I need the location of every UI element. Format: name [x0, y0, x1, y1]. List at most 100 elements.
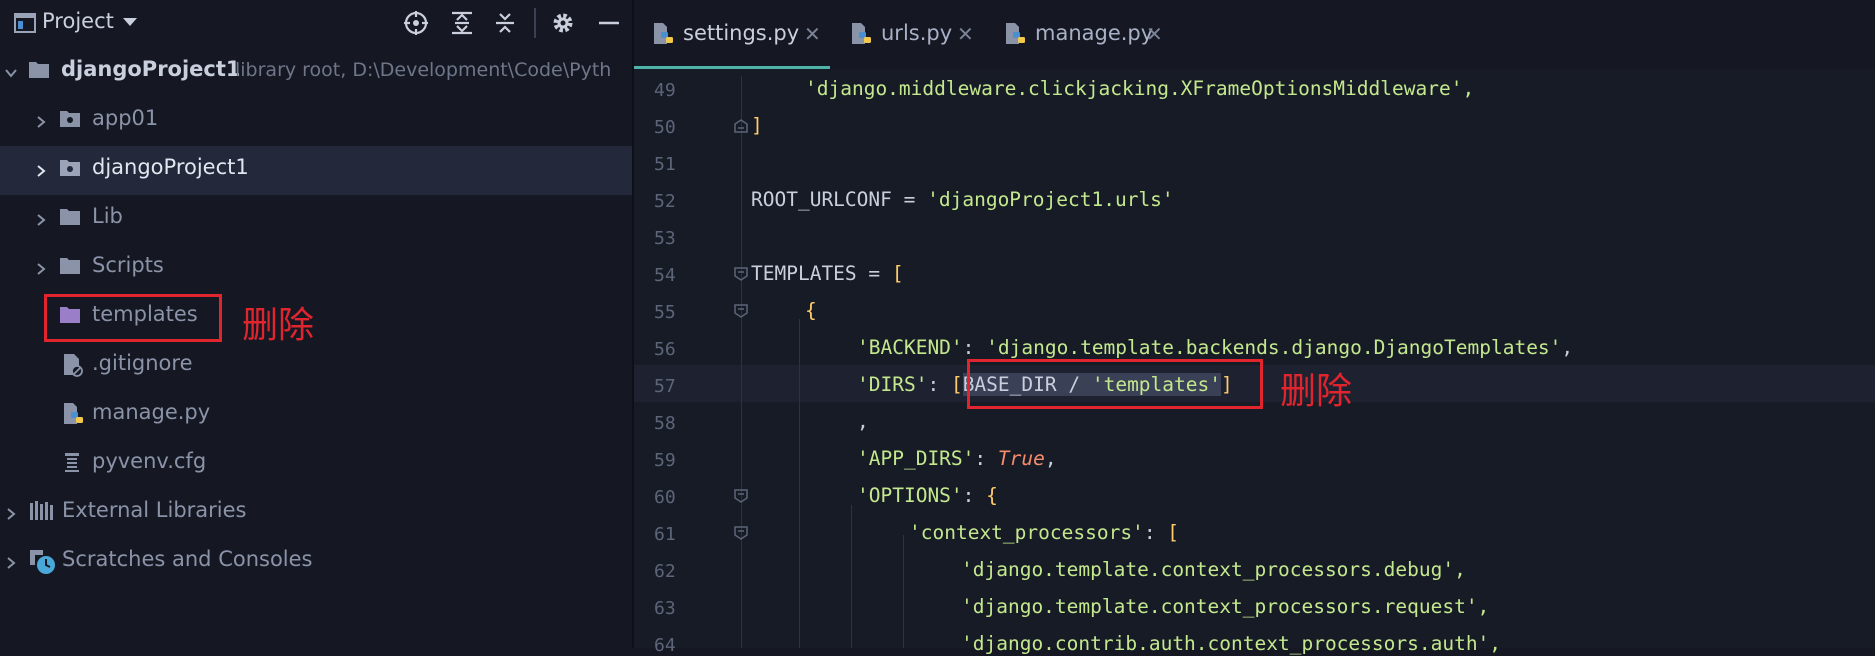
tree-item-label: External Libraries — [62, 498, 247, 522]
line-number: 64 — [654, 635, 676, 656]
line-number: 56 — [654, 339, 676, 360]
close-icon[interactable]: ✕ — [957, 22, 974, 46]
bracket: [ — [891, 262, 904, 285]
delete-annotation-label: 删除 — [242, 305, 315, 346]
ignore-file-icon — [62, 353, 84, 381]
code-line-64: 'django.contrib.auth.context_processors.… — [961, 632, 1501, 655]
delete-highlight-box — [967, 359, 1263, 409]
close-icon[interactable]: ✕ — [1146, 22, 1163, 46]
python-file-icon — [1004, 22, 1028, 50]
python-file-icon — [850, 22, 874, 50]
chevron-right-icon[interactable] — [34, 114, 48, 128]
line-number: 54 — [654, 265, 676, 286]
tree-item-label: manage.py — [92, 400, 211, 424]
code-line-58: , — [857, 410, 869, 433]
tree-item-djangoproject1[interactable]: djangoProject1 — [0, 146, 632, 195]
project-panel-title[interactable]: Project — [42, 9, 114, 33]
header-divider — [534, 8, 536, 38]
line-number: 52 — [654, 191, 676, 212]
line-number: 57 — [654, 376, 676, 397]
editor-tab-bar: settings.py ✕ urls.py ✕ manage.py ✕ — [634, 0, 1875, 69]
minimize-icon[interactable] — [594, 8, 624, 38]
line-number: 61 — [654, 524, 676, 545]
tree-item-pyvenv-cfg[interactable]: pyvenv.cfg — [0, 440, 632, 489]
tab-label: urls.py — [881, 21, 953, 45]
chevron-right-icon[interactable] — [34, 163, 48, 177]
dict-key: 'APP_DIRS' — [857, 447, 975, 470]
tree-item-lib[interactable]: Lib — [0, 195, 632, 244]
project-window-icon — [14, 12, 36, 38]
operator: = — [891, 188, 928, 211]
folder-icon — [59, 206, 81, 230]
fold-start-icon[interactable] — [734, 303, 748, 318]
tree-item-label: pyvenv.cfg — [92, 449, 207, 473]
tab-settings-py[interactable]: settings.py ✕ — [634, 0, 830, 69]
code-line-56: 'BACKEND': 'django.template.backends.dja… — [857, 336, 1573, 359]
code-line-55: { — [805, 299, 817, 322]
chevron-right-icon[interactable] — [4, 506, 18, 520]
code-line-61: 'context_processors': [ — [909, 521, 1179, 544]
tree-item-app01[interactable]: app01 — [0, 97, 632, 146]
identifier: ROOT_URLCONF — [751, 188, 892, 211]
tree-item-label: djangoProject1 — [92, 155, 249, 179]
dict-key: 'BACKEND' — [857, 336, 963, 359]
fold-start-icon[interactable] — [734, 525, 748, 540]
config-file-icon — [62, 451, 82, 477]
fold-start-icon[interactable] — [734, 488, 748, 503]
line-number: 59 — [654, 450, 676, 471]
operator: = — [856, 262, 892, 285]
chevron-down-icon[interactable] — [120, 12, 140, 36]
line-number: 53 — [654, 228, 676, 249]
tree-item-label: .gitignore — [92, 351, 193, 375]
code-line-52: ROOT_URLCONF = 'djangoProject1.urls' — [751, 188, 1174, 211]
package-folder-icon — [59, 108, 81, 132]
code-line-54: TEMPLATES = [ — [751, 262, 904, 285]
string-literal: 'django.template.backends.django.DjangoT… — [986, 336, 1562, 359]
python-file-icon — [652, 22, 676, 50]
line-number: 63 — [654, 598, 676, 619]
line-number: 60 — [654, 487, 676, 508]
colon: : — [1143, 521, 1168, 544]
chevron-right-icon[interactable] — [4, 555, 18, 569]
string-literal: 'django.middleware.clickjacking.XFrameOp… — [805, 77, 1475, 100]
tree-item-external-libraries[interactable]: External Libraries — [0, 489, 632, 538]
scratches-clock-icon — [29, 549, 57, 579]
locate-target-icon[interactable] — [401, 8, 431, 38]
indent-guide — [903, 535, 904, 648]
string-literal: 'django.template.context_processors.requ… — [961, 595, 1490, 618]
comma: , — [1044, 447, 1057, 470]
dict-key: 'OPTIONS' — [857, 484, 963, 507]
tree-item-manage-py[interactable]: manage.py — [0, 391, 632, 440]
close-icon[interactable]: ✕ — [804, 22, 821, 46]
line-number: 50 — [654, 117, 676, 138]
tree-item-scripts[interactable]: Scripts — [0, 244, 632, 293]
chevron-down-icon[interactable] — [4, 65, 18, 79]
identifier: TEMPLATES — [751, 262, 857, 285]
gear-icon[interactable] — [548, 8, 578, 38]
bracket: [ — [950, 373, 963, 396]
colon: : — [962, 484, 987, 507]
tree-item-scratches-and-consoles[interactable]: Scratches and Consoles — [0, 538, 632, 587]
tree-item-label: djangoProject1 — [61, 57, 241, 81]
line-number: 51 — [654, 154, 676, 175]
bracket: { — [986, 484, 998, 507]
expand-all-icon[interactable] — [447, 8, 477, 38]
fold-end-icon[interactable] — [734, 118, 748, 133]
tab-urls-py[interactable]: urls.py ✕ — [846, 0, 976, 69]
chevron-right-icon[interactable] — [34, 261, 48, 275]
code-line-63: 'django.template.context_processors.requ… — [961, 595, 1489, 618]
delete-annotation-label: 删除 — [1280, 371, 1353, 412]
colon: : — [927, 373, 951, 396]
fold-start-icon[interactable] — [734, 266, 748, 281]
string-literal: 'django.template.context_processors.debu… — [961, 558, 1466, 581]
code-line-60: 'OPTIONS': { — [857, 484, 998, 507]
tree-item-label: Lib — [92, 204, 123, 228]
indent-guide — [741, 76, 742, 648]
dict-key: 'DIRS' — [857, 373, 928, 396]
chevron-right-icon[interactable] — [34, 212, 48, 226]
line-number: 49 — [654, 80, 676, 101]
tree-item-root-djangoproject1[interactable]: djangoProject1 library root, D:\Developm… — [0, 48, 632, 97]
collapse-all-icon[interactable] — [490, 8, 520, 38]
tab-manage-py[interactable]: manage.py ✕ — [1000, 0, 1170, 69]
tree-item-gitignore[interactable]: .gitignore — [0, 342, 632, 391]
